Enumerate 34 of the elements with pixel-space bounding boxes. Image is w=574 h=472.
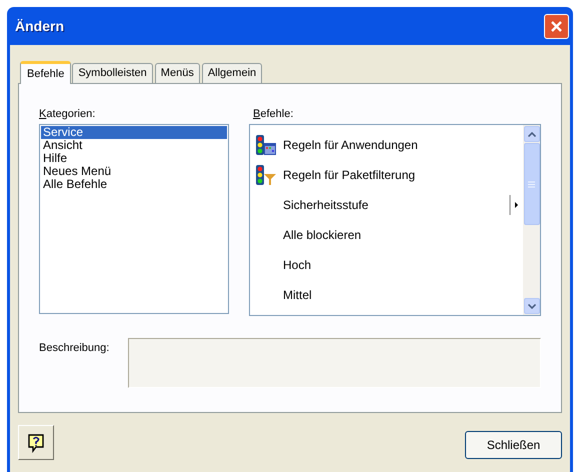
command-item[interactable]: Regeln für Paketfilterung bbox=[283, 166, 523, 184]
scroll-thumb[interactable] bbox=[524, 143, 540, 225]
command-item[interactable]: Sicherheitsstufe bbox=[283, 196, 503, 214]
tab[interactable]: Befehle bbox=[20, 61, 72, 84]
commands-label: Befehle: bbox=[252, 107, 294, 122]
scroll-up-button[interactable] bbox=[524, 126, 540, 142]
command-item[interactable]: Alle blockieren bbox=[283, 226, 523, 244]
help-button[interactable] bbox=[18, 425, 54, 460]
command-item[interactable]: Regeln für Anwendungen bbox=[283, 136, 523, 154]
close-button[interactable] bbox=[544, 14, 569, 38]
down-caret-icon bbox=[528, 304, 536, 308]
category-item[interactable]: Neues Menü bbox=[41, 165, 227, 178]
tab[interactable]: Menüs bbox=[154, 63, 200, 83]
close-icon bbox=[550, 20, 563, 32]
scrollbar[interactable] bbox=[523, 125, 540, 315]
traffic-light-funnel-icon bbox=[255, 164, 277, 186]
command-item[interactable]: Hoch bbox=[283, 256, 523, 274]
up-caret-icon bbox=[528, 132, 536, 136]
category-item[interactable]: Service bbox=[41, 126, 227, 139]
command-item[interactable]: Mittel bbox=[283, 286, 523, 304]
category-item[interactable]: Hilfe bbox=[41, 152, 227, 165]
grip-icon bbox=[528, 180, 535, 188]
category-item[interactable]: Alle Befehle bbox=[41, 178, 227, 191]
description-label: Beschreibung: bbox=[39, 341, 110, 356]
categories-label: Kategorien: bbox=[39, 107, 96, 122]
tab[interactable]: Allgemein bbox=[202, 63, 262, 83]
traffic-light-window-icon bbox=[255, 134, 277, 156]
submenu-arrow-icon bbox=[509, 195, 519, 215]
tab[interactable]: Symbolleisten bbox=[72, 63, 153, 83]
help-icon bbox=[27, 432, 45, 452]
window-title: Ändern bbox=[15, 16, 64, 36]
scroll-down-button[interactable] bbox=[524, 298, 540, 314]
close-dialog-button[interactable]: Schließen bbox=[465, 431, 562, 459]
category-item[interactable]: Ansicht bbox=[41, 139, 227, 152]
